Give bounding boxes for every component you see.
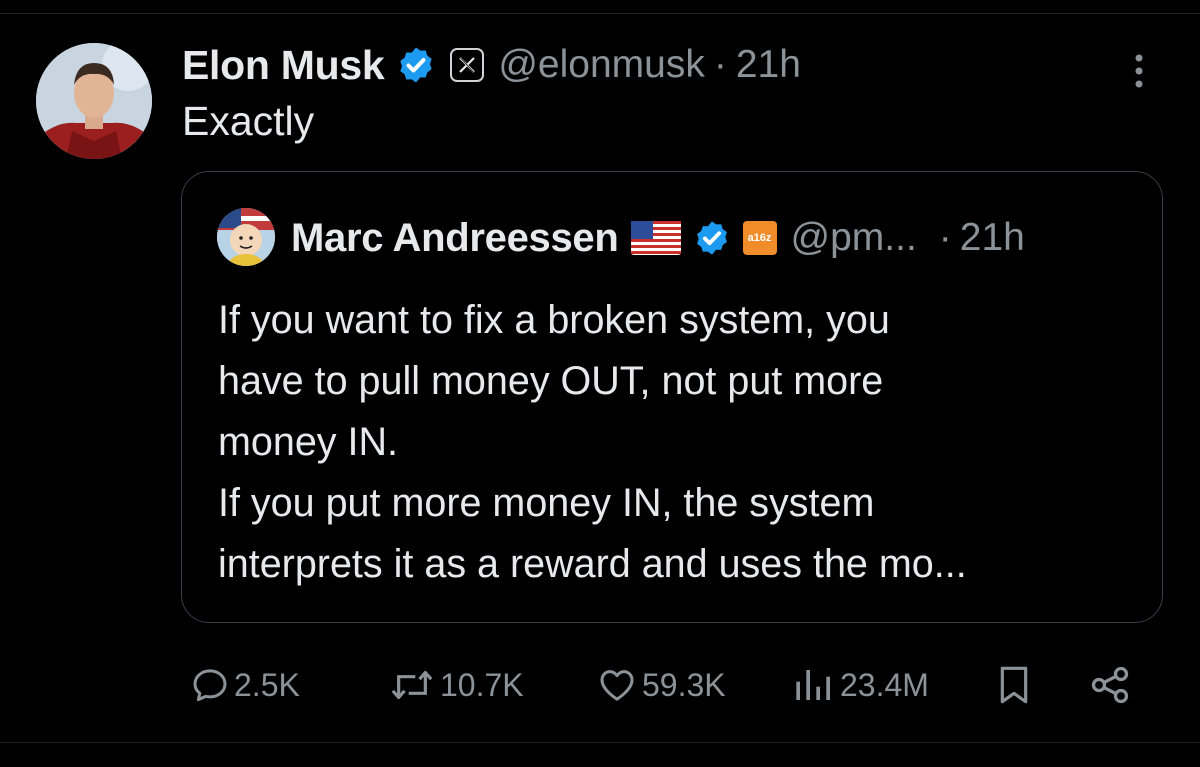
repost-button[interactable]: 10.7K — [388, 655, 524, 715]
post-text: Exactly — [182, 98, 315, 144]
quoted-post-time[interactable]: 21h — [960, 216, 1025, 260]
post-time[interactable]: 21h — [736, 43, 801, 87]
view-count: 23.4M — [840, 666, 929, 703]
author-avatar[interactable] — [36, 43, 152, 159]
quoted-text-line: If you put more money IN, the system — [218, 481, 875, 525]
verified-badge-icon — [396, 45, 436, 85]
author-name[interactable]: Elon Musk — [182, 42, 385, 89]
share-icon — [1088, 663, 1132, 707]
quoted-author-handle[interactable]: @pm... — [791, 216, 917, 260]
quoted-text-line: interprets it as a reward and uses the m… — [218, 542, 967, 586]
quoted-text-line: If you want to fix a broken system, you — [218, 298, 890, 342]
views-button[interactable]: 23.4M — [790, 655, 929, 715]
action-bar: 2.5K 10.7K 59.3K 23.4M — [0, 655, 1200, 715]
post-header: Elon Musk @elonmusk · 21h — [182, 36, 801, 94]
bookmark-icon — [994, 663, 1034, 707]
separator-dot: · — [713, 43, 727, 86]
reply-icon — [190, 665, 230, 705]
quoted-author-name[interactable]: Marc Andreessen — [291, 216, 619, 261]
top-divider — [0, 13, 1200, 14]
quoted-post[interactable]: Marc Andreessen a16z @pm... · 21h If you… — [181, 171, 1163, 623]
like-count: 59.3K — [642, 666, 726, 703]
quoted-text-line: have to pull money OUT, not put more — [218, 359, 884, 403]
quoted-verified-badge-icon — [693, 219, 731, 257]
views-bar-chart-icon — [790, 665, 836, 705]
a16z-affiliate-badge: a16z — [742, 221, 777, 255]
bookmark-button[interactable] — [994, 655, 1034, 715]
more-options-icon[interactable] — [1126, 52, 1152, 90]
reply-count: 2.5K — [234, 666, 300, 703]
quoted-separator-dot: · — [938, 216, 952, 259]
x-affiliate-icon — [450, 48, 485, 82]
quoted-text-line: money IN. — [218, 420, 399, 464]
like-button[interactable]: 59.3K — [596, 655, 726, 715]
quoted-post-header: Marc Andreessen a16z @pm... · 21h — [291, 210, 1025, 266]
quoted-post-text: If you want to fix a broken system, you … — [218, 290, 1138, 595]
repost-icon — [388, 665, 436, 705]
share-button[interactable] — [1088, 655, 1132, 715]
repost-count: 10.7K — [440, 666, 524, 703]
reply-button[interactable]: 2.5K — [190, 655, 300, 715]
quoted-author-avatar[interactable] — [217, 208, 275, 266]
author-handle[interactable]: @elonmusk — [498, 43, 705, 87]
us-flag-icon — [630, 221, 681, 255]
bottom-divider — [0, 742, 1200, 743]
heart-icon — [596, 665, 638, 705]
